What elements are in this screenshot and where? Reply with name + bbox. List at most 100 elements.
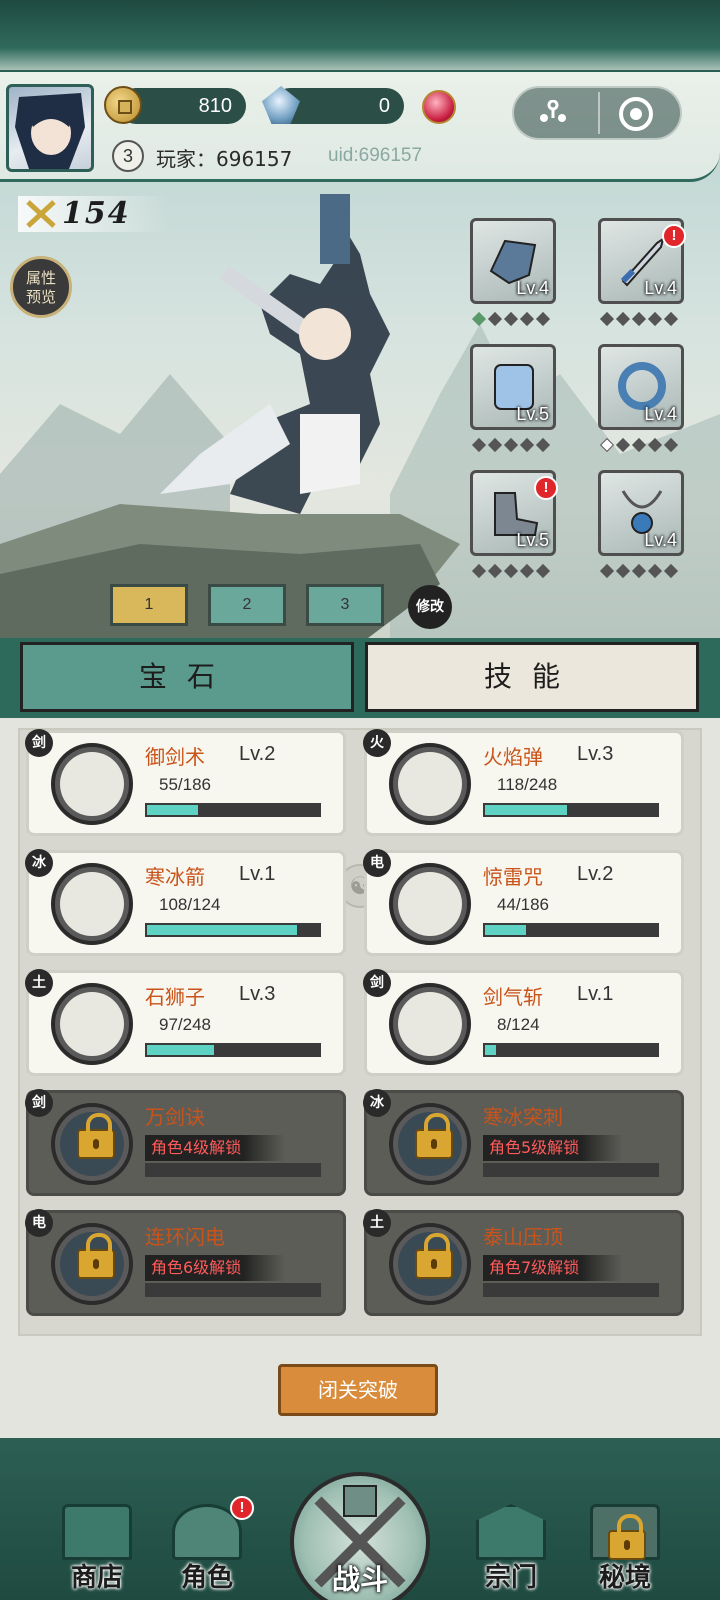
skill-card-locked[interactable]: 土泰山压顶 角色7级解锁 bbox=[363, 1209, 684, 1316]
skill-icon bbox=[389, 863, 471, 945]
skill-element-badge: 电 bbox=[363, 849, 391, 877]
skill-progress-text: 108/124 bbox=[159, 895, 221, 914]
shop-building-icon bbox=[62, 1504, 132, 1560]
combat-power-value: 154 bbox=[62, 196, 131, 231]
skill-unlock-requirement: 角色4级解锁 bbox=[145, 1135, 285, 1161]
skill-card[interactable]: 火火焰弹 Lv.3 118/248 bbox=[363, 729, 684, 836]
skill-card[interactable]: 电惊雷咒 Lv.2 44/186 bbox=[363, 849, 684, 956]
top-banner bbox=[0, 0, 720, 80]
equip-slot-armor[interactable]: Lv.5 bbox=[470, 344, 556, 430]
skill-element-badge: 冰 bbox=[363, 1089, 391, 1117]
skill-name: 连环闪电 bbox=[145, 1225, 225, 1249]
skill-progress-fill bbox=[485, 805, 567, 815]
skill-progress-fill bbox=[147, 925, 297, 935]
player-name: 玩家：696157 bbox=[156, 147, 293, 171]
skill-icon bbox=[51, 863, 133, 945]
lock-icon bbox=[608, 1514, 646, 1560]
nav-role[interactable]: ! 角色 bbox=[152, 1496, 262, 1600]
skill-progress-bar bbox=[483, 923, 659, 937]
skill-level: Lv.1 bbox=[577, 983, 614, 1005]
more-options-icon[interactable] bbox=[538, 99, 568, 126]
skill-element-badge: 电 bbox=[25, 1209, 53, 1237]
combat-power: 154 bbox=[18, 196, 168, 232]
skill-unlock-requirement: 角色6级解锁 bbox=[145, 1255, 285, 1281]
skill-element-badge: 剑 bbox=[25, 729, 53, 757]
nav-shop-label: 商店 bbox=[70, 1563, 123, 1593]
nav-sect[interactable]: 宗门 bbox=[456, 1500, 566, 1600]
skill-progress-bar bbox=[145, 923, 321, 937]
skill-card[interactable]: 剑剑气斩 Lv.1 8/124 bbox=[363, 969, 684, 1076]
lock-icon bbox=[415, 1233, 453, 1279]
equip-level: Lv.4 bbox=[644, 530, 677, 550]
nav-role-label: 角色 bbox=[180, 1563, 233, 1593]
skill-icon bbox=[51, 1223, 133, 1305]
skill-level: Lv.2 bbox=[239, 743, 276, 765]
equip-level: Lv.4 bbox=[644, 404, 677, 424]
skill-progress-bar bbox=[483, 1043, 659, 1057]
skill-progress-text: 97/248 bbox=[159, 1015, 211, 1034]
equip-star-dots bbox=[599, 563, 679, 579]
player-avatar[interactable] bbox=[6, 84, 94, 172]
skill-element-badge: 土 bbox=[25, 969, 53, 997]
skill-card-locked[interactable]: 剑万剑诀角色4级解锁 bbox=[25, 1089, 346, 1196]
coin-amount: 810 bbox=[198, 94, 232, 117]
equip-weapon-alert-icon: ! bbox=[662, 224, 686, 248]
loadout-slot-2[interactable]: 2 bbox=[208, 584, 286, 626]
tab-skill[interactable]: 技能 bbox=[365, 642, 699, 712]
skill-card[interactable]: 冰寒冰箭 Lv.1 108/124 bbox=[25, 849, 346, 956]
nav-battle-label: 战斗 bbox=[331, 1563, 388, 1596]
skill-card-locked[interactable]: 冰寒冰突刺 角色5级解锁 bbox=[363, 1089, 684, 1196]
skill-progress-text: 118/248 bbox=[497, 775, 558, 794]
skill-progress-fill bbox=[485, 1045, 497, 1055]
skill-name: 寒冰突刺 bbox=[483, 1105, 563, 1129]
skill-art bbox=[60, 992, 124, 1056]
close-miniprogram-icon[interactable] bbox=[618, 96, 654, 132]
equip-slot-helmet[interactable]: Lv.4 bbox=[470, 218, 556, 304]
equip-star-dots bbox=[599, 437, 679, 453]
skill-unlock-requirement: 角色7级解锁 bbox=[483, 1255, 623, 1281]
gem-amount: 0 bbox=[378, 94, 390, 117]
skill-art bbox=[398, 872, 462, 936]
equip-level: Lv.4 bbox=[516, 278, 549, 298]
nav-shop[interactable]: 商店 bbox=[42, 1500, 152, 1600]
lock-icon bbox=[77, 1113, 115, 1159]
skill-art bbox=[60, 752, 124, 816]
equip-star-dots bbox=[471, 437, 551, 453]
red-orb-icon[interactable] bbox=[422, 90, 456, 124]
equip-slot-necklace[interactable]: Lv.4 bbox=[598, 470, 684, 556]
skill-name: 万剑诀 bbox=[145, 1105, 205, 1129]
equip-slot-ring[interactable]: Lv.4 bbox=[598, 344, 684, 430]
attribute-preview-button[interactable]: 属性 预览 bbox=[10, 256, 72, 318]
skill-card[interactable]: 剑御剑术 Lv.2 55/186 bbox=[25, 729, 346, 836]
coin-icon bbox=[104, 86, 142, 124]
skill-progress-bar bbox=[145, 1043, 321, 1057]
skill-element-badge: 土 bbox=[363, 1209, 391, 1237]
skill-progress-bar bbox=[483, 1283, 659, 1297]
skill-level: Lv.3 bbox=[239, 983, 276, 1005]
skill-element-badge: 剑 bbox=[25, 1089, 53, 1117]
skill-art bbox=[398, 752, 462, 816]
equip-star-dots bbox=[599, 311, 679, 327]
equip-boots-alert-icon: ! bbox=[534, 476, 558, 500]
attribute-preview-label: 属性 预览 bbox=[25, 269, 56, 306]
skill-card[interactable]: 土石狮子 Lv.3 97/248 bbox=[25, 969, 346, 1076]
skill-level: Lv.2 bbox=[577, 863, 614, 885]
breakthrough-button[interactable]: 闭关突破 bbox=[278, 1364, 438, 1416]
equip-star-dots bbox=[471, 311, 551, 327]
skill-name: 御剑术 bbox=[145, 745, 205, 769]
skill-icon bbox=[389, 1103, 471, 1185]
skill-progress-bar bbox=[145, 1283, 321, 1297]
skill-icon bbox=[51, 1103, 133, 1185]
nav-secret[interactable]: 秘境 bbox=[570, 1500, 680, 1600]
loadout-slot-1[interactable]: 1 bbox=[110, 584, 188, 626]
skill-element-badge: 剑 bbox=[363, 969, 391, 997]
modify-loadout-button[interactable]: 修改 bbox=[408, 585, 452, 629]
equip-level: Lv.5 bbox=[516, 530, 549, 550]
nav-battle[interactable]: 战斗 bbox=[288, 1434, 432, 1600]
loadout-slot-3[interactable]: 3 bbox=[306, 584, 384, 626]
skill-icon bbox=[389, 743, 471, 825]
tab-gem[interactable]: 宝石 bbox=[20, 642, 354, 712]
skill-card-locked[interactable]: 电连环闪电角色6级解锁 bbox=[25, 1209, 346, 1316]
capsule-divider bbox=[598, 92, 600, 134]
player-level-badge: 3 bbox=[112, 140, 144, 172]
